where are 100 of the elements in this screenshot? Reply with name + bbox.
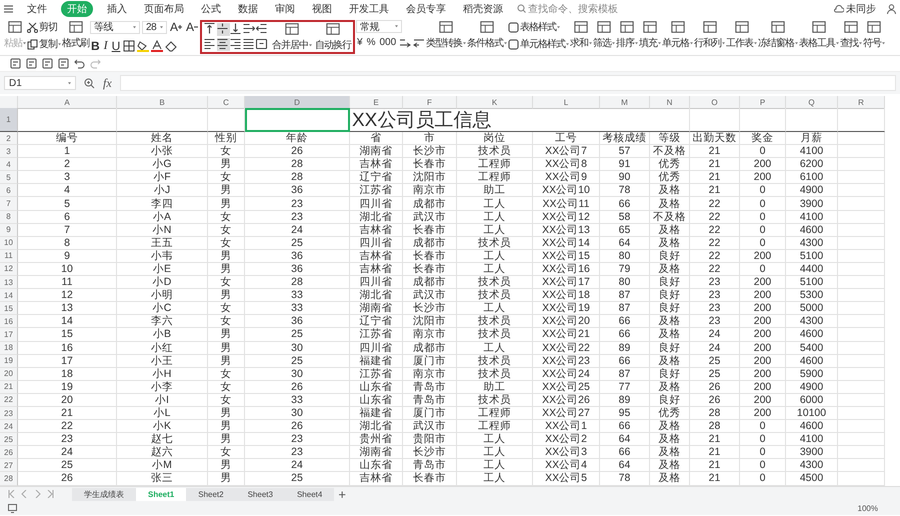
row-header[interactable]: 23: [0, 406, 18, 420]
align-button[interactable]: [204, 38, 218, 51]
sync-status[interactable]: 未同步: [834, 2, 876, 16]
menu-tab[interactable]: 视图: [309, 0, 335, 16]
column-header[interactable]: C: [208, 96, 245, 109]
toolbar-button[interactable]: 条件格式: [467, 20, 508, 50]
menu-tab[interactable]: 开发工具: [346, 0, 392, 16]
add-sheet-button[interactable]: +: [334, 486, 350, 502]
font-color-icon[interactable]: [151, 40, 164, 52]
sheet-tab[interactable]: 学生成绩表: [72, 488, 136, 501]
align-button[interactable]: [243, 23, 256, 36]
align-button[interactable]: [230, 23, 244, 36]
search-field[interactable]: 查找命令、搜索模板: [517, 2, 618, 16]
column-header[interactable]: B: [117, 96, 208, 109]
format-painter-button[interactable]: 格式刷: [62, 20, 89, 50]
number-format-field[interactable]: 常规: [356, 20, 402, 33]
grow-font-button[interactable]: A: [169, 20, 184, 34]
column-header[interactable]: R: [838, 96, 885, 109]
underline-button[interactable]: U: [110, 38, 122, 52]
toolbar-button[interactable]: 单元格: [662, 20, 694, 50]
row-header[interactable]: 25: [0, 433, 18, 446]
number-format-button[interactable]: 000: [378, 37, 398, 48]
row-header[interactable]: 24: [0, 420, 18, 434]
row-header[interactable]: 11: [0, 250, 18, 263]
align-button[interactable]: [217, 38, 230, 51]
row-header[interactable]: 8: [0, 210, 18, 224]
menu-tab[interactable]: 公式: [198, 0, 224, 16]
row-header[interactable]: 6: [0, 184, 18, 198]
row-header[interactable]: 2: [0, 132, 18, 146]
row-header[interactable]: 7: [0, 197, 18, 211]
column-header[interactable]: O: [690, 96, 740, 109]
column-header[interactable]: K: [457, 96, 533, 109]
formula-field[interactable]: [120, 75, 896, 91]
menu-tab[interactable]: 会员专享: [403, 0, 449, 16]
row-header[interactable]: 28: [0, 472, 18, 486]
italic-button[interactable]: I: [102, 38, 109, 53]
border-icon[interactable]: [123, 40, 136, 52]
menu-tab[interactable]: 审阅: [272, 0, 298, 16]
sheet-tab[interactable]: Sheet4: [284, 488, 334, 501]
menu-icon[interactable]: [4, 4, 13, 12]
row-header[interactable]: 17: [0, 328, 18, 342]
menu-tab[interactable]: 页面布局: [141, 0, 187, 16]
row-header[interactable]: 5: [0, 171, 18, 184]
toolbar-button[interactable]: 填充: [639, 20, 662, 50]
cut-button[interactable]: 剪切: [27, 20, 61, 34]
toolbar-button[interactable]: 行和列: [694, 20, 726, 50]
merge-center-button[interactable]: 合并居中: [272, 22, 312, 52]
row-header[interactable]: 27: [0, 459, 18, 472]
row-header[interactable]: 16: [0, 315, 18, 328]
toolbar-button[interactable]: 类型转换: [426, 20, 466, 50]
function-button[interactable]: fx: [103, 76, 112, 90]
row-header[interactable]: 10: [0, 236, 18, 250]
increase-decimal-icon[interactable]: [399, 37, 412, 48]
align-button[interactable]: [256, 23, 270, 36]
menu-tab[interactable]: 插入: [104, 0, 130, 16]
bold-button[interactable]: B: [90, 38, 101, 52]
align-button[interactable]: [217, 23, 230, 36]
align-button[interactable]: [256, 38, 270, 51]
column-header[interactable]: E: [350, 96, 403, 109]
row-header[interactable]: 12: [0, 262, 18, 276]
zoom-icon[interactable]: [84, 78, 95, 88]
menu-tab[interactable]: 文件: [24, 0, 50, 16]
row-header[interactable]: 19: [0, 354, 18, 368]
toolbar-button[interactable]: 查找: [840, 20, 862, 50]
row-header[interactable]: 22: [0, 394, 18, 407]
menu-tab[interactable]: 稻壳资源: [460, 0, 506, 16]
style-menu-button[interactable]: 单元格样式: [508, 37, 570, 51]
row-header[interactable]: 18: [0, 342, 18, 355]
zoom-level[interactable]: 100%: [858, 504, 878, 513]
column-header[interactable]: A: [18, 96, 117, 109]
row-header[interactable]: 4: [0, 158, 18, 172]
eraser-icon[interactable]: [165, 40, 178, 52]
style-menu-button[interactable]: 表格样式: [508, 20, 570, 34]
number-format-button[interactable]: ¥: [356, 37, 364, 48]
decrease-decimal-icon[interactable]: [413, 37, 426, 48]
toolbar-button[interactable]: 冻结窗格: [758, 20, 798, 50]
align-button[interactable]: [243, 38, 256, 51]
row-header[interactable]: 1: [0, 108, 18, 132]
sheet-tab[interactable]: Sheet2: [186, 488, 236, 501]
name-box[interactable]: D1: [4, 76, 76, 90]
column-header[interactable]: P: [740, 96, 786, 109]
column-header[interactable]: F: [403, 96, 457, 109]
row-header[interactable]: 26: [0, 446, 18, 460]
row-header[interactable]: 20: [0, 368, 18, 381]
user-icon[interactable]: [887, 4, 896, 14]
font-size-field[interactable]: 28: [142, 20, 167, 34]
row-header[interactable]: 15: [0, 302, 18, 316]
align-button[interactable]: [230, 38, 244, 51]
wrap-text-button[interactable]: 自动换行: [315, 22, 352, 52]
font-family-field[interactable]: 等线: [90, 20, 140, 34]
row-header[interactable]: 13: [0, 276, 18, 290]
number-format-button[interactable]: %: [366, 37, 376, 48]
row-header[interactable]: 3: [0, 145, 18, 158]
column-header[interactable]: Q: [786, 96, 838, 109]
column-header[interactable]: L: [533, 96, 600, 109]
toolbar-button[interactable]: 排序: [616, 20, 638, 50]
row-header[interactable]: 14: [0, 289, 18, 302]
shrink-font-button[interactable]: A: [185, 20, 200, 34]
column-header[interactable]: N: [650, 96, 690, 109]
toolbar-button[interactable]: 工作表: [726, 20, 758, 50]
